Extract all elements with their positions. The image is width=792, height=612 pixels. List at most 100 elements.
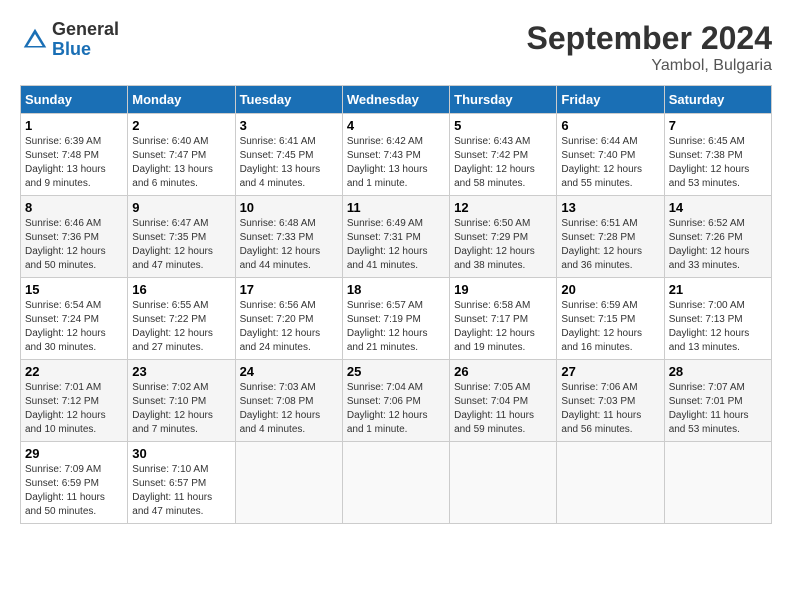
day-number: 29 (25, 446, 123, 461)
location: Yambol, Bulgaria (527, 57, 772, 75)
table-row: 18 Sunrise: 6:57 AMSunset: 7:19 PMDaylig… (342, 278, 449, 360)
day-info: Sunrise: 6:46 AMSunset: 7:36 PMDaylight:… (25, 218, 106, 271)
day-info: Sunrise: 6:50 AMSunset: 7:29 PMDaylight:… (454, 218, 535, 271)
header-thursday: Thursday (450, 86, 557, 114)
day-info: Sunrise: 7:02 AMSunset: 7:10 PMDaylight:… (132, 382, 213, 435)
logo-text: General Blue (52, 20, 119, 60)
header-friday: Friday (557, 86, 664, 114)
table-row (342, 442, 449, 524)
day-info: Sunrise: 7:05 AMSunset: 7:04 PMDaylight:… (454, 382, 534, 435)
header-wednesday: Wednesday (342, 86, 449, 114)
day-info: Sunrise: 6:45 AMSunset: 7:38 PMDaylight:… (669, 136, 750, 189)
header-tuesday: Tuesday (235, 86, 342, 114)
day-number: 9 (132, 200, 230, 215)
table-row: 21 Sunrise: 7:00 AMSunset: 7:13 PMDaylig… (664, 278, 771, 360)
day-number: 20 (561, 282, 659, 297)
table-row: 24 Sunrise: 7:03 AMSunset: 7:08 PMDaylig… (235, 360, 342, 442)
day-number: 1 (25, 118, 123, 133)
day-info: Sunrise: 7:04 AMSunset: 7:06 PMDaylight:… (347, 382, 428, 435)
table-row: 15 Sunrise: 6:54 AMSunset: 7:24 PMDaylig… (21, 278, 128, 360)
day-info: Sunrise: 6:57 AMSunset: 7:19 PMDaylight:… (347, 300, 428, 353)
table-row: 25 Sunrise: 7:04 AMSunset: 7:06 PMDaylig… (342, 360, 449, 442)
table-row: 11 Sunrise: 6:49 AMSunset: 7:31 PMDaylig… (342, 196, 449, 278)
table-row: 2 Sunrise: 6:40 AMSunset: 7:47 PMDayligh… (128, 114, 235, 196)
day-info: Sunrise: 6:51 AMSunset: 7:28 PMDaylight:… (561, 218, 642, 271)
table-row: 23 Sunrise: 7:02 AMSunset: 7:10 PMDaylig… (128, 360, 235, 442)
day-number: 4 (347, 118, 445, 133)
day-number: 5 (454, 118, 552, 133)
day-number: 25 (347, 364, 445, 379)
table-row: 14 Sunrise: 6:52 AMSunset: 7:26 PMDaylig… (664, 196, 771, 278)
month-title: September 2024 (527, 20, 772, 57)
day-info: Sunrise: 6:52 AMSunset: 7:26 PMDaylight:… (669, 218, 750, 271)
day-info: Sunrise: 7:06 AMSunset: 7:03 PMDaylight:… (561, 382, 641, 435)
day-number: 18 (347, 282, 445, 297)
table-row: 4 Sunrise: 6:42 AMSunset: 7:43 PMDayligh… (342, 114, 449, 196)
title-area: September 2024 Yambol, Bulgaria (527, 20, 772, 75)
day-number: 28 (669, 364, 767, 379)
table-row: 19 Sunrise: 6:58 AMSunset: 7:17 PMDaylig… (450, 278, 557, 360)
logo-general: General (52, 20, 119, 40)
day-info: Sunrise: 7:00 AMSunset: 7:13 PMDaylight:… (669, 300, 750, 353)
table-row: 5 Sunrise: 6:43 AMSunset: 7:42 PMDayligh… (450, 114, 557, 196)
day-number: 19 (454, 282, 552, 297)
calendar-week-row: 8 Sunrise: 6:46 AMSunset: 7:36 PMDayligh… (21, 196, 772, 278)
table-row (235, 442, 342, 524)
day-info: Sunrise: 7:09 AMSunset: 6:59 PMDaylight:… (25, 464, 105, 517)
day-info: Sunrise: 6:42 AMSunset: 7:43 PMDaylight:… (347, 136, 428, 189)
weekday-header-row: Sunday Monday Tuesday Wednesday Thursday… (21, 86, 772, 114)
day-info: Sunrise: 7:07 AMSunset: 7:01 PMDaylight:… (669, 382, 749, 435)
table-row: 27 Sunrise: 7:06 AMSunset: 7:03 PMDaylig… (557, 360, 664, 442)
day-number: 27 (561, 364, 659, 379)
page-header: General Blue September 2024 Yambol, Bulg… (20, 20, 772, 75)
table-row: 3 Sunrise: 6:41 AMSunset: 7:45 PMDayligh… (235, 114, 342, 196)
table-row: 10 Sunrise: 6:48 AMSunset: 7:33 PMDaylig… (235, 196, 342, 278)
calendar-week-row: 15 Sunrise: 6:54 AMSunset: 7:24 PMDaylig… (21, 278, 772, 360)
table-row: 12 Sunrise: 6:50 AMSunset: 7:29 PMDaylig… (450, 196, 557, 278)
table-row: 29 Sunrise: 7:09 AMSunset: 6:59 PMDaylig… (21, 442, 128, 524)
day-number: 7 (669, 118, 767, 133)
day-number: 10 (240, 200, 338, 215)
table-row: 16 Sunrise: 6:55 AMSunset: 7:22 PMDaylig… (128, 278, 235, 360)
day-info: Sunrise: 6:44 AMSunset: 7:40 PMDaylight:… (561, 136, 642, 189)
day-info: Sunrise: 6:49 AMSunset: 7:31 PMDaylight:… (347, 218, 428, 271)
header-sunday: Sunday (21, 86, 128, 114)
table-row: 28 Sunrise: 7:07 AMSunset: 7:01 PMDaylig… (664, 360, 771, 442)
table-row: 7 Sunrise: 6:45 AMSunset: 7:38 PMDayligh… (664, 114, 771, 196)
day-number: 3 (240, 118, 338, 133)
day-info: Sunrise: 6:47 AMSunset: 7:35 PMDaylight:… (132, 218, 213, 271)
table-row: 1 Sunrise: 6:39 AMSunset: 7:48 PMDayligh… (21, 114, 128, 196)
calendar-week-row: 22 Sunrise: 7:01 AMSunset: 7:12 PMDaylig… (21, 360, 772, 442)
table-row: 17 Sunrise: 6:56 AMSunset: 7:20 PMDaylig… (235, 278, 342, 360)
table-row (664, 442, 771, 524)
day-number: 23 (132, 364, 230, 379)
table-row: 9 Sunrise: 6:47 AMSunset: 7:35 PMDayligh… (128, 196, 235, 278)
day-number: 13 (561, 200, 659, 215)
day-number: 12 (454, 200, 552, 215)
day-info: Sunrise: 6:56 AMSunset: 7:20 PMDaylight:… (240, 300, 321, 353)
table-row (450, 442, 557, 524)
table-row: 13 Sunrise: 6:51 AMSunset: 7:28 PMDaylig… (557, 196, 664, 278)
table-row: 6 Sunrise: 6:44 AMSunset: 7:40 PMDayligh… (557, 114, 664, 196)
table-row (557, 442, 664, 524)
day-number: 24 (240, 364, 338, 379)
day-number: 22 (25, 364, 123, 379)
day-info: Sunrise: 7:03 AMSunset: 7:08 PMDaylight:… (240, 382, 321, 435)
day-number: 6 (561, 118, 659, 133)
logo-blue: Blue (52, 40, 119, 60)
table-row: 20 Sunrise: 6:59 AMSunset: 7:15 PMDaylig… (557, 278, 664, 360)
calendar-table: Sunday Monday Tuesday Wednesday Thursday… (20, 85, 772, 524)
day-info: Sunrise: 6:39 AMSunset: 7:48 PMDaylight:… (25, 136, 106, 189)
day-info: Sunrise: 6:41 AMSunset: 7:45 PMDaylight:… (240, 136, 321, 189)
day-info: Sunrise: 6:48 AMSunset: 7:33 PMDaylight:… (240, 218, 321, 271)
day-info: Sunrise: 6:54 AMSunset: 7:24 PMDaylight:… (25, 300, 106, 353)
calendar-week-row: 1 Sunrise: 6:39 AMSunset: 7:48 PMDayligh… (21, 114, 772, 196)
day-number: 8 (25, 200, 123, 215)
day-info: Sunrise: 7:01 AMSunset: 7:12 PMDaylight:… (25, 382, 106, 435)
day-info: Sunrise: 7:10 AMSunset: 6:57 PMDaylight:… (132, 464, 212, 517)
day-number: 26 (454, 364, 552, 379)
logo-icon (20, 25, 50, 55)
day-number: 11 (347, 200, 445, 215)
day-number: 21 (669, 282, 767, 297)
logo: General Blue (20, 20, 119, 60)
